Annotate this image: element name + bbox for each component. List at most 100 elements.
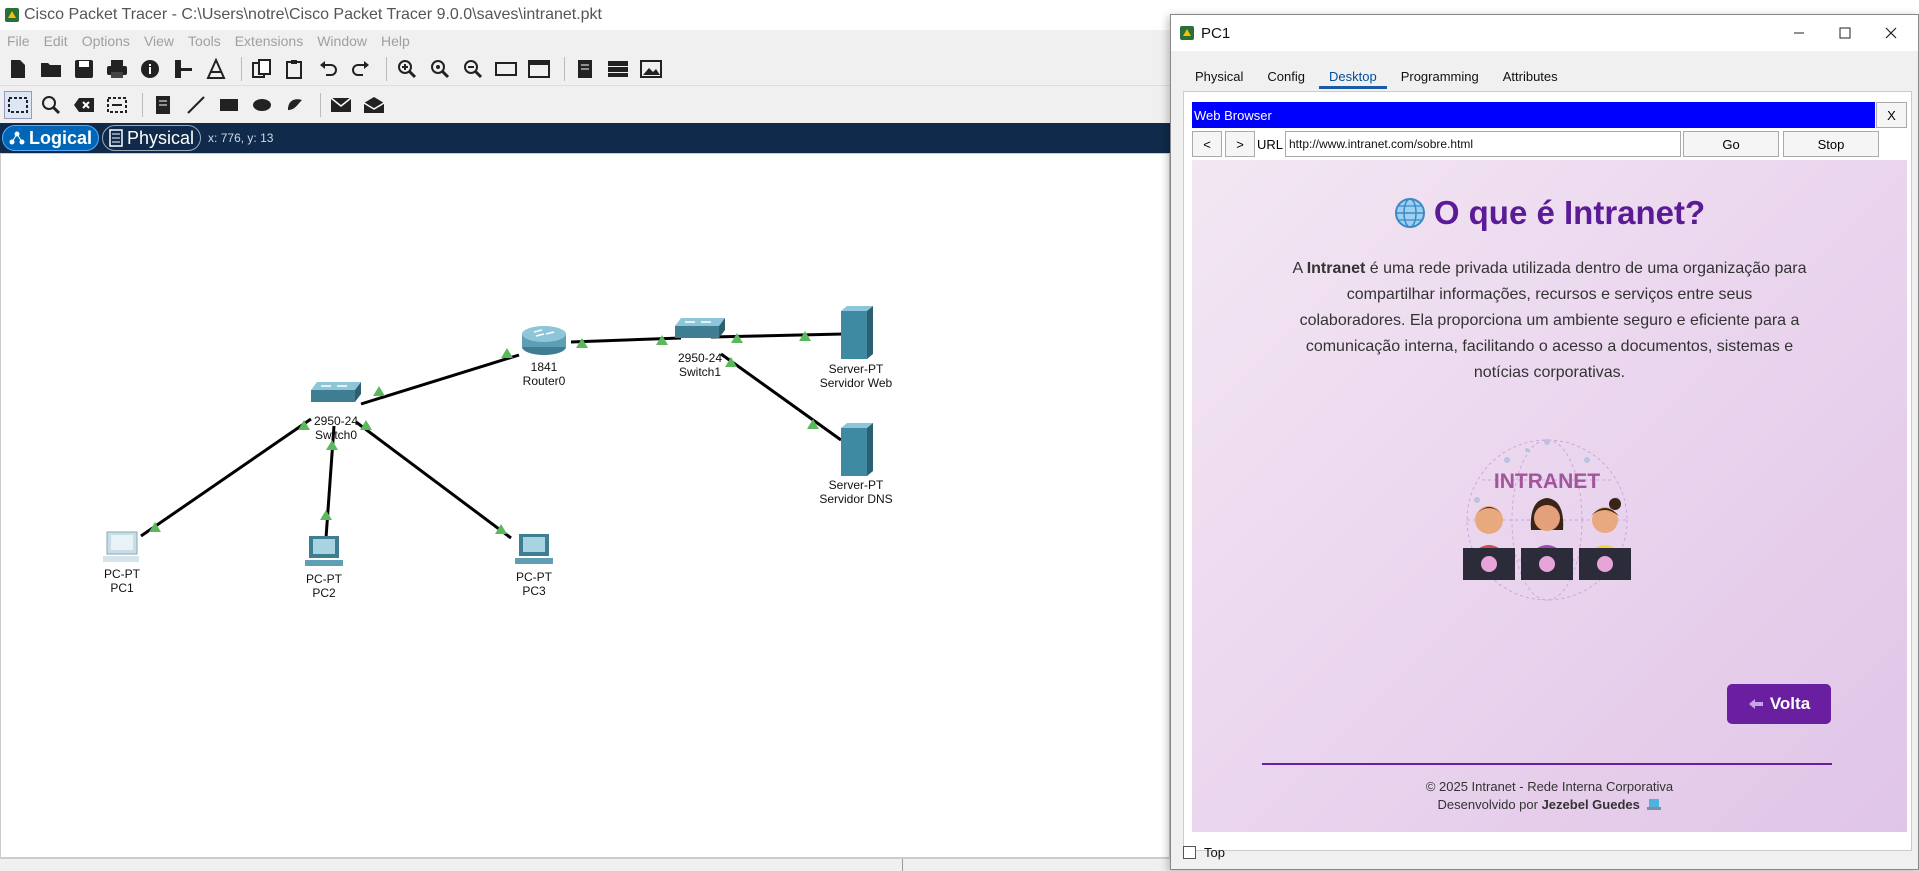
rectangle-shape-icon bbox=[220, 99, 238, 111]
link-switch0-router0[interactable] bbox=[360, 353, 520, 406]
tab-attributes[interactable]: Attributes bbox=[1493, 65, 1568, 89]
inspect-tool-button[interactable] bbox=[37, 91, 65, 119]
stop-button[interactable]: Stop bbox=[1783, 131, 1879, 157]
tab-config[interactable]: Config bbox=[1257, 65, 1315, 89]
menu-view[interactable]: View bbox=[137, 33, 181, 49]
device-label-server-web: Server-PT Servidor Web bbox=[819, 362, 893, 390]
top-checkbox-label: Top bbox=[1204, 845, 1225, 860]
horizontal-scrollbar[interactable] bbox=[0, 858, 1170, 871]
menu-tools[interactable]: Tools bbox=[181, 33, 228, 49]
minimize-icon bbox=[1794, 32, 1804, 34]
device-stack-icon bbox=[608, 60, 628, 77]
menu-window[interactable]: Window bbox=[310, 33, 374, 49]
link-switch1-serverweb[interactable] bbox=[710, 332, 844, 339]
window-icon bbox=[528, 59, 550, 78]
physical-mode-button[interactable]: Physical bbox=[102, 125, 202, 151]
back-button[interactable]: < bbox=[1192, 131, 1222, 157]
router-icon[interactable] bbox=[522, 326, 566, 355]
menu-edit[interactable]: Edit bbox=[37, 33, 75, 49]
footer-divider bbox=[1262, 763, 1832, 765]
tab-programming[interactable]: Programming bbox=[1391, 65, 1489, 89]
link-switch0-pc1[interactable] bbox=[140, 417, 312, 538]
menu-extensions[interactable]: Extensions bbox=[228, 33, 310, 49]
paste-button[interactable] bbox=[281, 55, 309, 83]
dialog-tabs: Physical Config Desktop Programming Attr… bbox=[1185, 65, 1572, 89]
url-input[interactable]: http://www.intranet.com/sobre.html bbox=[1285, 131, 1681, 157]
web-browser-close-button[interactable]: X bbox=[1876, 102, 1907, 128]
tab-physical[interactable]: Physical bbox=[1185, 65, 1253, 89]
page-footer: © 2025 Intranet - Rede Interna Corporati… bbox=[1192, 778, 1907, 814]
custom-devices-button[interactable] bbox=[525, 55, 553, 83]
dialog-titlebar[interactable]: PC1 bbox=[1171, 15, 1918, 51]
go-button[interactable]: Go bbox=[1683, 131, 1779, 157]
zoom-in-button[interactable] bbox=[393, 55, 421, 83]
top-checkbox-box[interactable] bbox=[1183, 846, 1196, 859]
window-title: Cisco Packet Tracer - C:\Users\notre\Cis… bbox=[24, 6, 602, 23]
logical-workspace-canvas[interactable]: 1841 Router0 2950-24 Switch1 2950-24 Switch… bbox=[0, 153, 1170, 858]
redo-button[interactable] bbox=[347, 55, 375, 83]
close-button[interactable] bbox=[1868, 15, 1914, 51]
volta-button[interactable]: Volta bbox=[1727, 684, 1831, 724]
server-icon[interactable] bbox=[841, 423, 873, 476]
menu-help[interactable]: Help bbox=[374, 33, 417, 49]
top-checkbox[interactable]: Top bbox=[1183, 845, 1225, 860]
page-paragraph: A Intranet é uma rede privada utilizada … bbox=[1292, 260, 1807, 381]
zoom-in-icon bbox=[398, 59, 417, 78]
packet-tracer-icon bbox=[1180, 26, 1194, 40]
switch-icon[interactable] bbox=[675, 318, 725, 338]
resize-icon bbox=[107, 97, 127, 113]
zoom-reset-button[interactable] bbox=[426, 55, 454, 83]
link-switch0-pc3[interactable] bbox=[355, 420, 512, 540]
device-label-server-dns: Server-PT Servidor DNS bbox=[819, 478, 893, 506]
forward-button[interactable]: > bbox=[1225, 131, 1255, 157]
screenshot-button[interactable] bbox=[637, 55, 665, 83]
laptop-icon bbox=[1647, 799, 1662, 810]
notes-button[interactable] bbox=[571, 55, 599, 83]
simple-pdu-button[interactable] bbox=[327, 91, 355, 119]
activity-icon bbox=[206, 57, 226, 79]
magnifier-icon bbox=[42, 96, 61, 115]
volta-button-label: Volta bbox=[1769, 694, 1811, 713]
close-icon bbox=[1885, 27, 1897, 39]
undo-button[interactable] bbox=[314, 55, 342, 83]
copy-button[interactable] bbox=[248, 55, 276, 83]
open-button[interactable] bbox=[37, 55, 65, 83]
device-list-button[interactable] bbox=[604, 55, 632, 83]
pc-icon[interactable] bbox=[305, 536, 343, 566]
menu-file[interactable]: File bbox=[0, 33, 37, 49]
zoom-out-button[interactable] bbox=[459, 55, 487, 83]
switch-icon[interactable] bbox=[311, 382, 361, 402]
server-icon[interactable] bbox=[841, 306, 873, 359]
print-button[interactable] bbox=[103, 55, 131, 83]
new-file-button[interactable] bbox=[4, 55, 32, 83]
line-tool-button[interactable] bbox=[182, 91, 210, 119]
image-icon bbox=[640, 59, 662, 78]
resize-tool-button[interactable] bbox=[103, 91, 131, 119]
rectangle-tool-button[interactable] bbox=[215, 91, 243, 119]
drawing-palette-button[interactable] bbox=[492, 55, 520, 83]
save-button[interactable] bbox=[70, 55, 98, 83]
footer-credit: Desenvolvido por Jezebel Guedes bbox=[1192, 796, 1907, 814]
network-wizard-button[interactable] bbox=[169, 55, 197, 83]
open-envelope-icon bbox=[363, 97, 385, 113]
pc-icon[interactable] bbox=[515, 534, 553, 564]
link-status-up bbox=[320, 510, 332, 520]
select-tool-button[interactable] bbox=[4, 91, 32, 119]
browser-nav-row: < > URL http://www.intranet.com/sobre.ht… bbox=[1192, 131, 1907, 157]
logical-mode-button[interactable]: Logical bbox=[2, 125, 100, 151]
info-button[interactable] bbox=[136, 55, 164, 83]
freeform-tool-button[interactable] bbox=[281, 91, 309, 119]
maximize-button[interactable] bbox=[1822, 15, 1868, 51]
minimize-button[interactable] bbox=[1776, 15, 1822, 51]
activity-wizard-button[interactable] bbox=[202, 55, 230, 83]
pc-icon[interactable] bbox=[103, 531, 139, 562]
menu-options[interactable]: Options bbox=[75, 33, 137, 49]
footer-author: Jezebel Guedes bbox=[1541, 797, 1640, 812]
complex-pdu-button[interactable] bbox=[360, 91, 388, 119]
note-tool-button[interactable] bbox=[149, 91, 177, 119]
device-label-switch1: 2950-24 Switch1 bbox=[677, 351, 723, 379]
toolbar-separator bbox=[386, 56, 387, 81]
ellipse-tool-button[interactable] bbox=[248, 91, 276, 119]
tab-desktop[interactable]: Desktop bbox=[1319, 65, 1387, 89]
delete-tool-button[interactable] bbox=[70, 91, 98, 119]
